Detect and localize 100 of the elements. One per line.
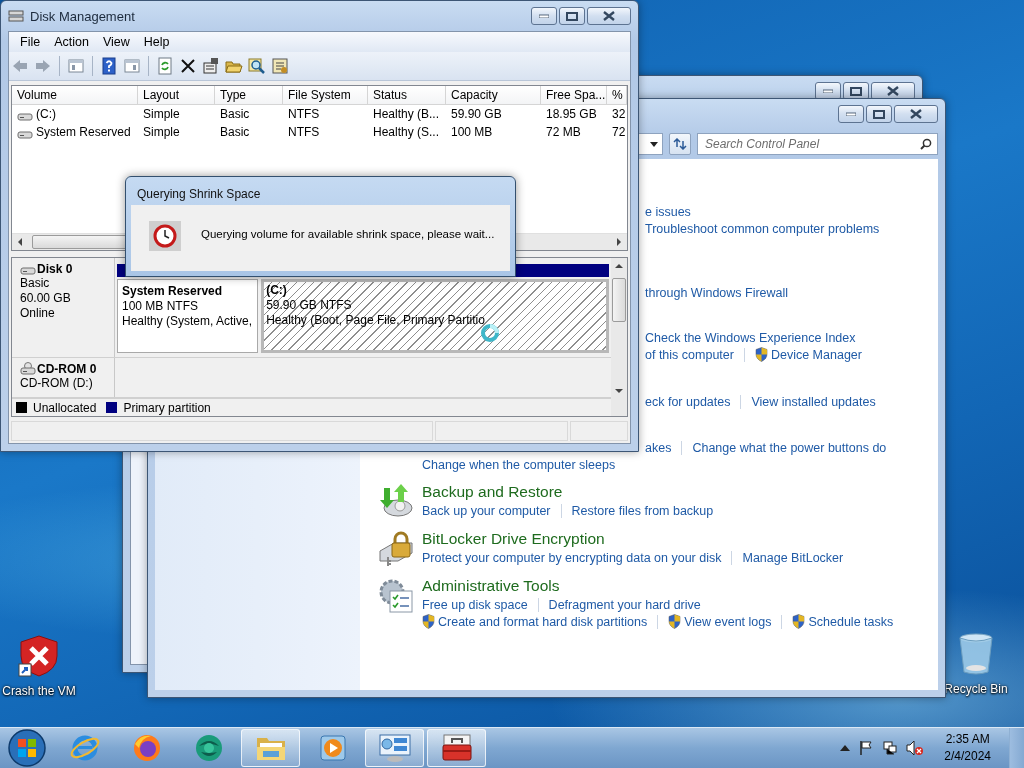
delete-icon[interactable] — [179, 57, 197, 75]
table-cell: Simple — [143, 106, 180, 123]
media-player-icon — [317, 733, 348, 763]
link[interactable]: Restore files from backup — [571, 503, 714, 518]
taskbar-button[interactable] — [365, 729, 424, 767]
link[interactable]: View installed updates — [751, 394, 876, 409]
scroll-down-icon[interactable] — [614, 386, 624, 396]
window-title: Disk Management — [30, 8, 135, 24]
menu-item[interactable]: Help — [136, 35, 177, 49]
link[interactable]: e issues — [645, 204, 691, 219]
column-header[interactable]: Type — [215, 86, 283, 104]
clock[interactable]: 2:35 AM 2/4/2024 — [944, 731, 991, 765]
column-header[interactable]: File System — [283, 86, 368, 104]
toolbox-icon — [439, 733, 474, 763]
minimize-button[interactable] — [531, 7, 557, 25]
close-button[interactable] — [894, 105, 938, 123]
scroll-up-icon[interactable] — [614, 261, 624, 271]
link[interactable]: Create and format hard disk partitions — [422, 614, 648, 629]
minimize-button[interactable] — [838, 105, 864, 123]
maximize-icon — [850, 86, 862, 96]
menu-item[interactable]: View — [95, 35, 137, 49]
settings-icon[interactable] — [271, 57, 289, 75]
link[interactable]: Troubleshoot common computer problems — [645, 221, 880, 236]
close-button[interactable] — [587, 7, 631, 25]
padlock-drive-icon — [378, 531, 414, 567]
shield-icon — [422, 614, 435, 629]
link[interactable]: Protect your computer by encrypting data on your disk — [422, 550, 722, 565]
category-title[interactable]: Backup and Restore — [422, 482, 938, 502]
shield-icon — [792, 614, 806, 629]
table-cell: 72 — [612, 124, 626, 141]
panel-icon[interactable] — [67, 57, 85, 75]
maximize-button[interactable] — [866, 105, 892, 123]
start-button[interactable] — [7, 728, 47, 768]
link[interactable]: Defragment your hard drive — [548, 597, 701, 612]
menu-item[interactable]: Action — [47, 35, 96, 49]
disk-info: Online — [20, 306, 56, 321]
taskbar-button[interactable] — [427, 729, 486, 767]
minimize-icon — [846, 112, 856, 116]
link[interactable]: eck for updates — [645, 394, 731, 409]
disk-info: Basic — [20, 276, 51, 291]
scroll-right-icon[interactable] — [614, 237, 624, 247]
minimize-icon — [539, 14, 549, 18]
link[interactable]: Free up disk space — [422, 597, 528, 612]
dialog-message: Querying volume for available shrink space, please wait... — [201, 228, 495, 240]
refresh-icon — [673, 138, 687, 150]
category-title[interactable]: BitLocker Drive Encryption — [422, 529, 938, 549]
partition[interactable]: System Reserved 100 MB NTFS Healthy (System, Active, — [117, 279, 259, 353]
show-hidden-icon[interactable] — [840, 744, 851, 752]
link[interactable]: Back up your computer — [422, 503, 551, 518]
table-cell: Healthy (B... — [373, 106, 440, 123]
link[interactable]: Change what the power buttons do — [692, 440, 887, 455]
link[interactable]: View event logs — [668, 614, 772, 629]
help-icon[interactable] — [100, 57, 118, 75]
search-icon[interactable] — [248, 57, 266, 75]
properties-icon[interactable] — [202, 57, 220, 75]
column-header[interactable]: % — [607, 86, 627, 104]
clock-icon — [149, 221, 181, 251]
table-cell: NTFS — [288, 124, 320, 141]
column-header[interactable]: Free Spa... — [541, 86, 607, 104]
link[interactable]: Manage BitLocker — [742, 550, 844, 565]
scroll-thumb[interactable] — [612, 278, 626, 322]
refresh-icon[interactable] — [156, 57, 174, 75]
column-header[interactable]: Layout — [138, 86, 215, 104]
panel-icon[interactable] — [123, 57, 141, 75]
menu-item[interactable]: File — [13, 35, 48, 49]
recycle-bin-icon — [956, 632, 996, 676]
link[interactable]: Device Manager — [754, 347, 862, 362]
search-field[interactable]: Search Control Panel — [697, 133, 938, 155]
link[interactable]: akes — [645, 440, 672, 455]
dropdown-icon[interactable] — [650, 141, 658, 147]
error-shield-icon — [17, 634, 61, 678]
table-cell: 72 MB — [546, 124, 581, 141]
link[interactable]: Change when the computer sleeps — [422, 457, 616, 472]
volume-muted-icon[interactable] — [906, 740, 925, 756]
minimize-icon — [823, 89, 833, 93]
refresh-button[interactable] — [669, 133, 691, 155]
table-cell: Simple — [143, 124, 180, 141]
maximize-icon — [566, 11, 578, 21]
vertical-scrollbar[interactable] — [611, 258, 627, 416]
table-cell: NTFS — [288, 106, 320, 123]
link[interactable]: of this computer — [645, 347, 734, 362]
table-cell: Basic — [220, 106, 250, 123]
link[interactable]: Schedule tasks — [792, 614, 894, 629]
disk-management-icon — [8, 9, 24, 23]
column-header[interactable]: Capacity — [446, 86, 541, 104]
search-icon[interactable] — [920, 138, 932, 150]
desktop-icon-label[interactable]: Recycle Bin — [944, 682, 1008, 696]
column-header[interactable]: Volume — [12, 86, 138, 104]
link[interactable]: through Windows Firewall — [645, 285, 789, 300]
network-icon[interactable] — [882, 740, 899, 756]
link[interactable]: Check the Windows Experience Index — [645, 330, 856, 345]
maximize-button[interactable] — [559, 7, 585, 25]
column-header[interactable]: Status — [368, 86, 446, 104]
control-panel-icon — [377, 733, 412, 763]
category-title[interactable]: Administrative Tools — [422, 576, 938, 596]
partition[interactable]: (C:) 59.90 GB NTFS Healthy (Boot, Page File, Primary Partitio — [261, 279, 609, 353]
busy-cursor-icon — [480, 323, 500, 343]
desktop-icon-label[interactable]: Crash the VM — [2, 684, 76, 698]
flag-icon[interactable] — [858, 740, 875, 756]
table-cell: 32 — [612, 106, 626, 123]
